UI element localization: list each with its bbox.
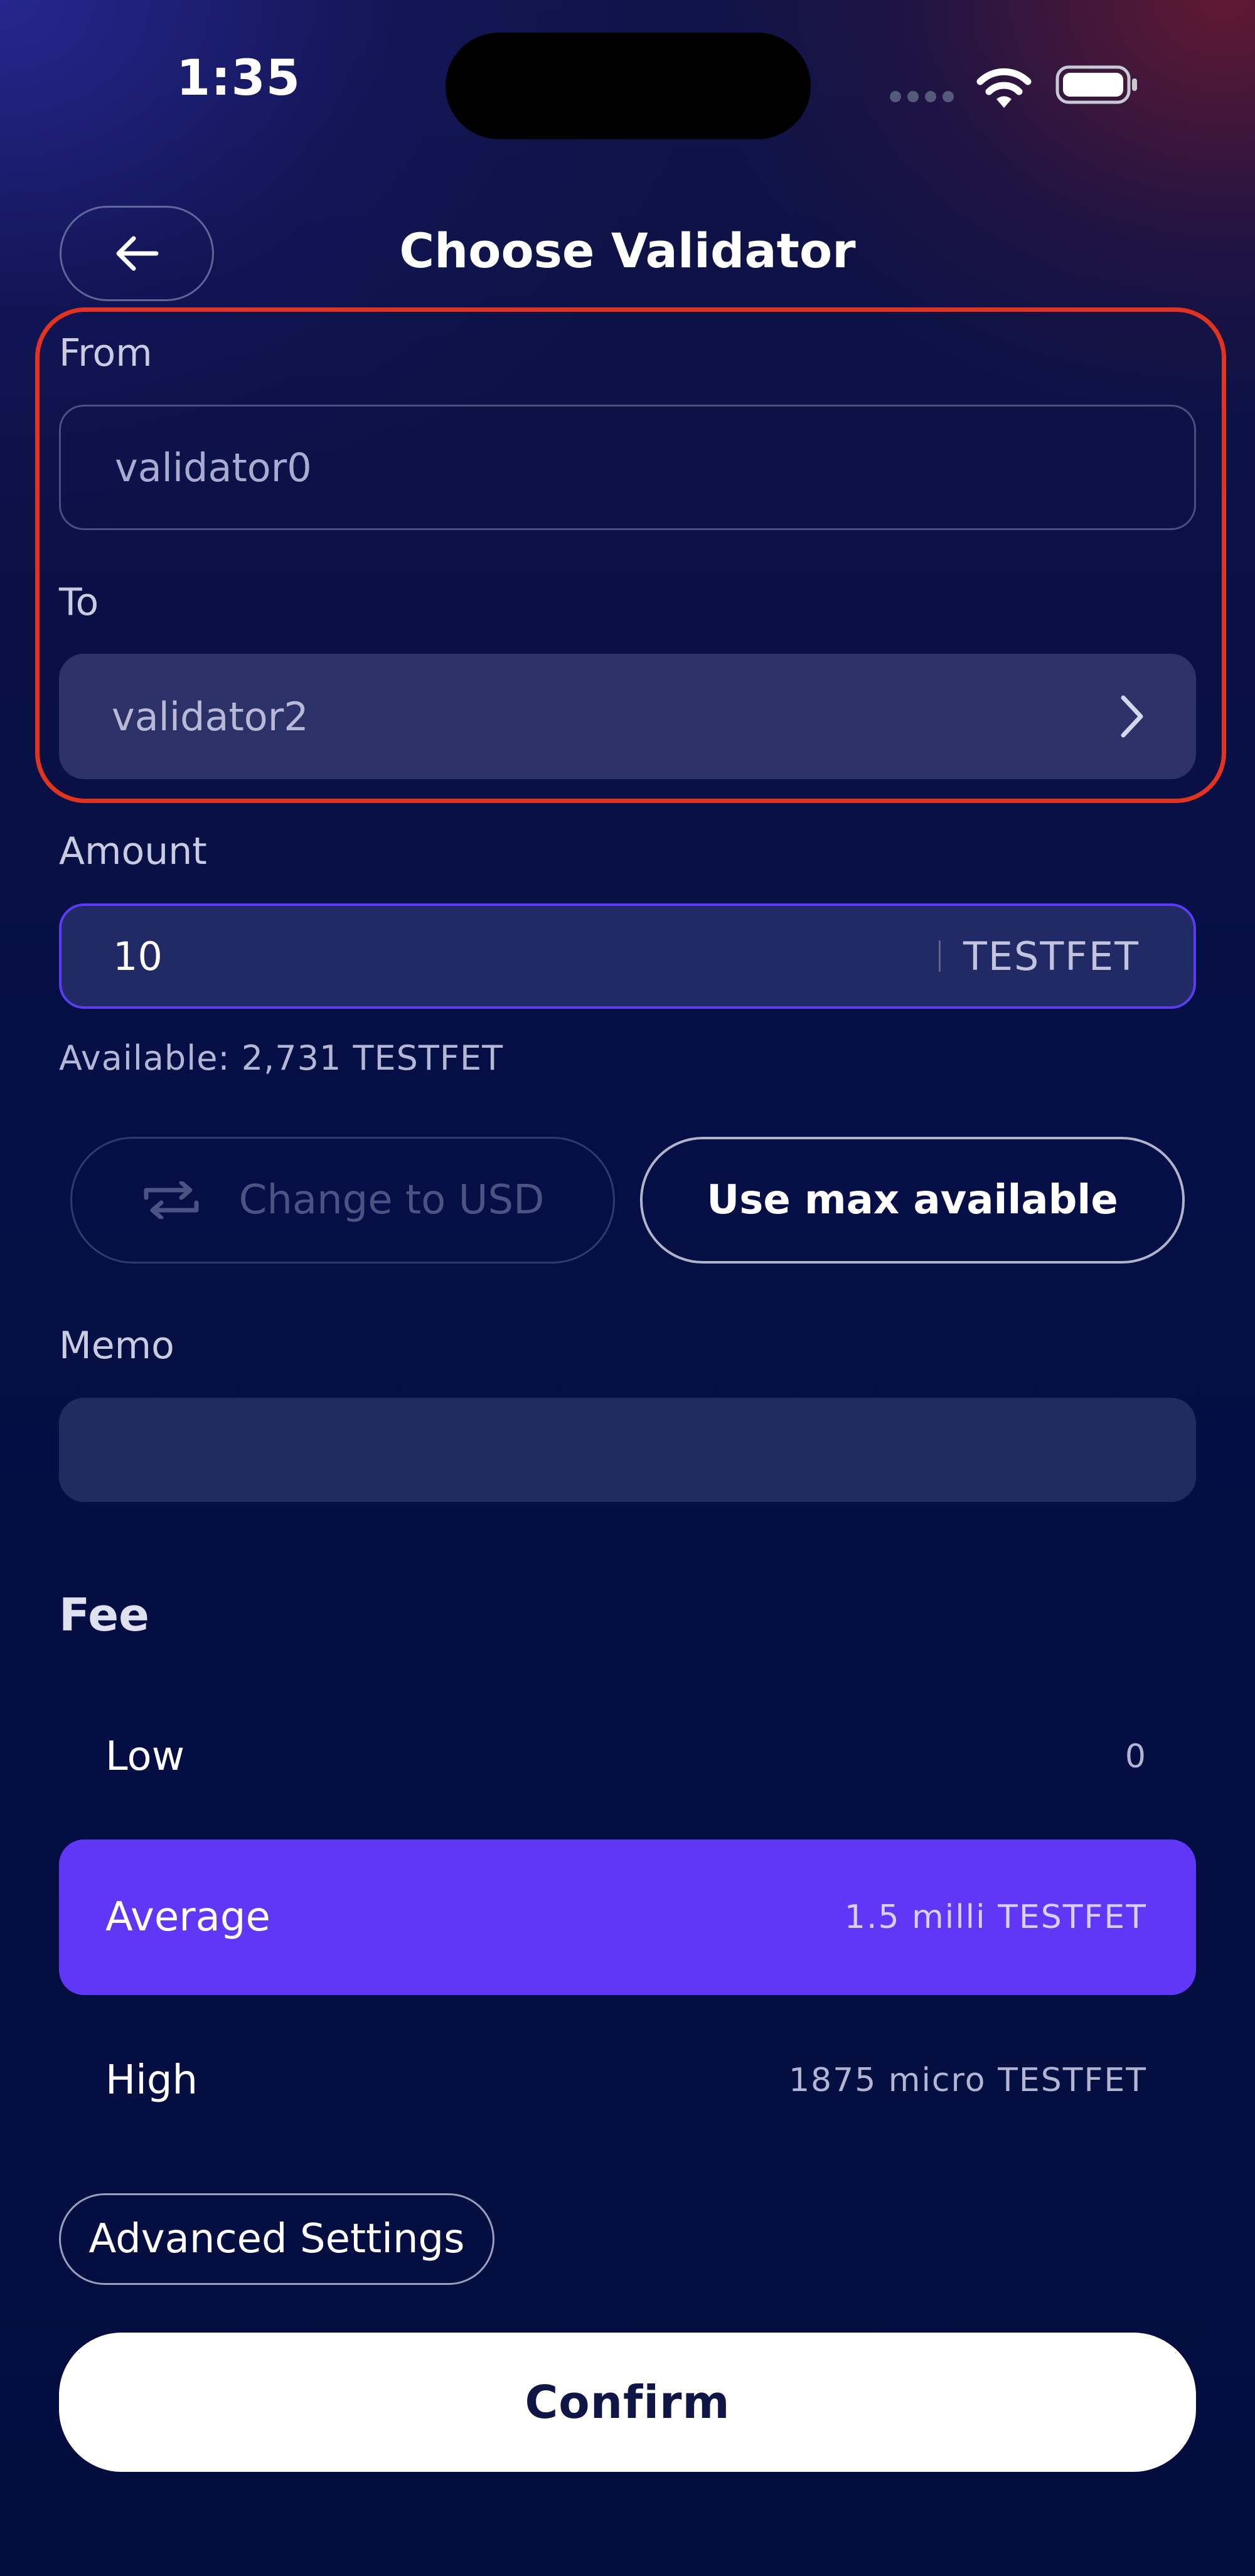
fee-option-value: 0	[1124, 1738, 1147, 1775]
change-to-usd-button[interactable]: Change to USD	[70, 1137, 615, 1264]
amount-value: 10	[113, 933, 163, 979]
change-to-usd-label: Change to USD	[238, 1177, 545, 1223]
fee-option-name: Low	[105, 1733, 185, 1780]
use-max-available-button[interactable]: Use max available	[640, 1137, 1185, 1264]
fee-option-name: High	[105, 2057, 198, 2104]
confirm-button[interactable]: Confirm	[59, 2333, 1196, 2472]
arrow-left-icon	[116, 236, 159, 271]
from-validator-value: validator0	[115, 444, 312, 491]
amount-input[interactable]: 10 TESTFET	[59, 903, 1196, 1009]
available-balance: Available: 2,731 TESTFET	[59, 1038, 504, 1078]
fee-option-value: 1.5 milli TESTFET	[844, 1898, 1147, 1936]
status-time: 1:35	[176, 50, 301, 107]
fee-option-average[interactable]: Average 1.5 milli TESTFET	[59, 1839, 1196, 1995]
amount-label: Amount	[59, 829, 207, 873]
wifi-icon	[976, 68, 1032, 108]
fee-option-low[interactable]: Low 0	[59, 1679, 1196, 1834]
memo-input[interactable]	[59, 1398, 1196, 1502]
amount-unit: TESTFET	[963, 933, 1140, 979]
amount-divider	[939, 940, 941, 972]
dynamic-island	[446, 33, 811, 139]
from-validator-field[interactable]: validator0	[59, 405, 1196, 530]
back-button[interactable]	[60, 206, 214, 301]
fee-title: Fee	[59, 1589, 149, 1641]
page-title: Choose Validator	[399, 223, 856, 279]
swap-arrows-icon	[144, 1181, 199, 1219]
to-label: To	[59, 580, 99, 624]
fee-option-value: 1875 micro TESTFET	[788, 2062, 1147, 2099]
to-validator-selector[interactable]: validator2	[59, 654, 1196, 779]
to-validator-value: validator2	[112, 693, 309, 740]
fee-option-name: Average	[105, 1894, 270, 1940]
cellular-signal-icon	[890, 91, 960, 105]
battery-icon	[1055, 65, 1137, 104]
advanced-settings-button[interactable]: Advanced Settings	[59, 2193, 494, 2285]
fee-option-high[interactable]: High 1875 micro TESTFET	[59, 2003, 1196, 2158]
memo-label: Memo	[59, 1324, 174, 1368]
from-label: From	[59, 331, 152, 375]
chevron-right-icon	[1121, 695, 1143, 738]
